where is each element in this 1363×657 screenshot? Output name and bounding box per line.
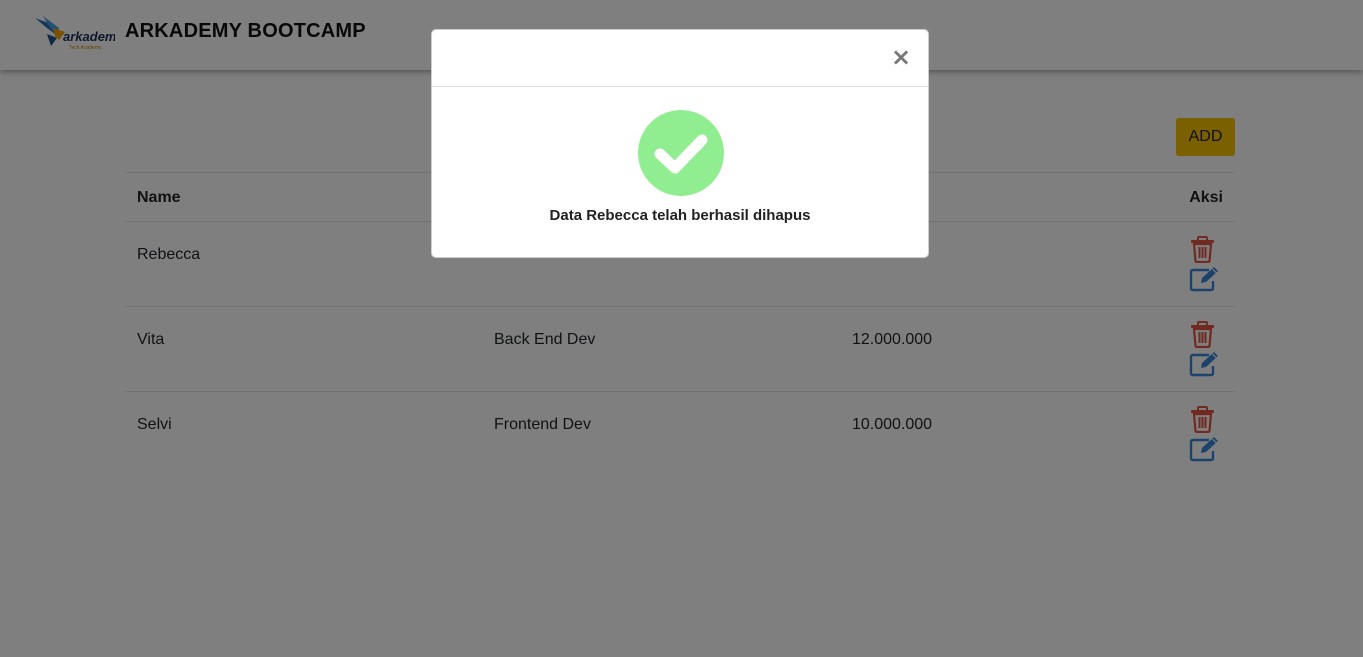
modal-header: × — [432, 30, 928, 87]
close-icon[interactable]: × — [890, 45, 912, 69]
success-check-icon — [638, 110, 724, 196]
success-modal: × Data Rebecca telah berhasil dihapus — [431, 29, 929, 258]
page: arkademy Tech Academy ARKADEMY BOOTCAMP … — [0, 0, 1363, 657]
modal-message: Data Rebecca telah berhasil dihapus — [549, 207, 811, 224]
